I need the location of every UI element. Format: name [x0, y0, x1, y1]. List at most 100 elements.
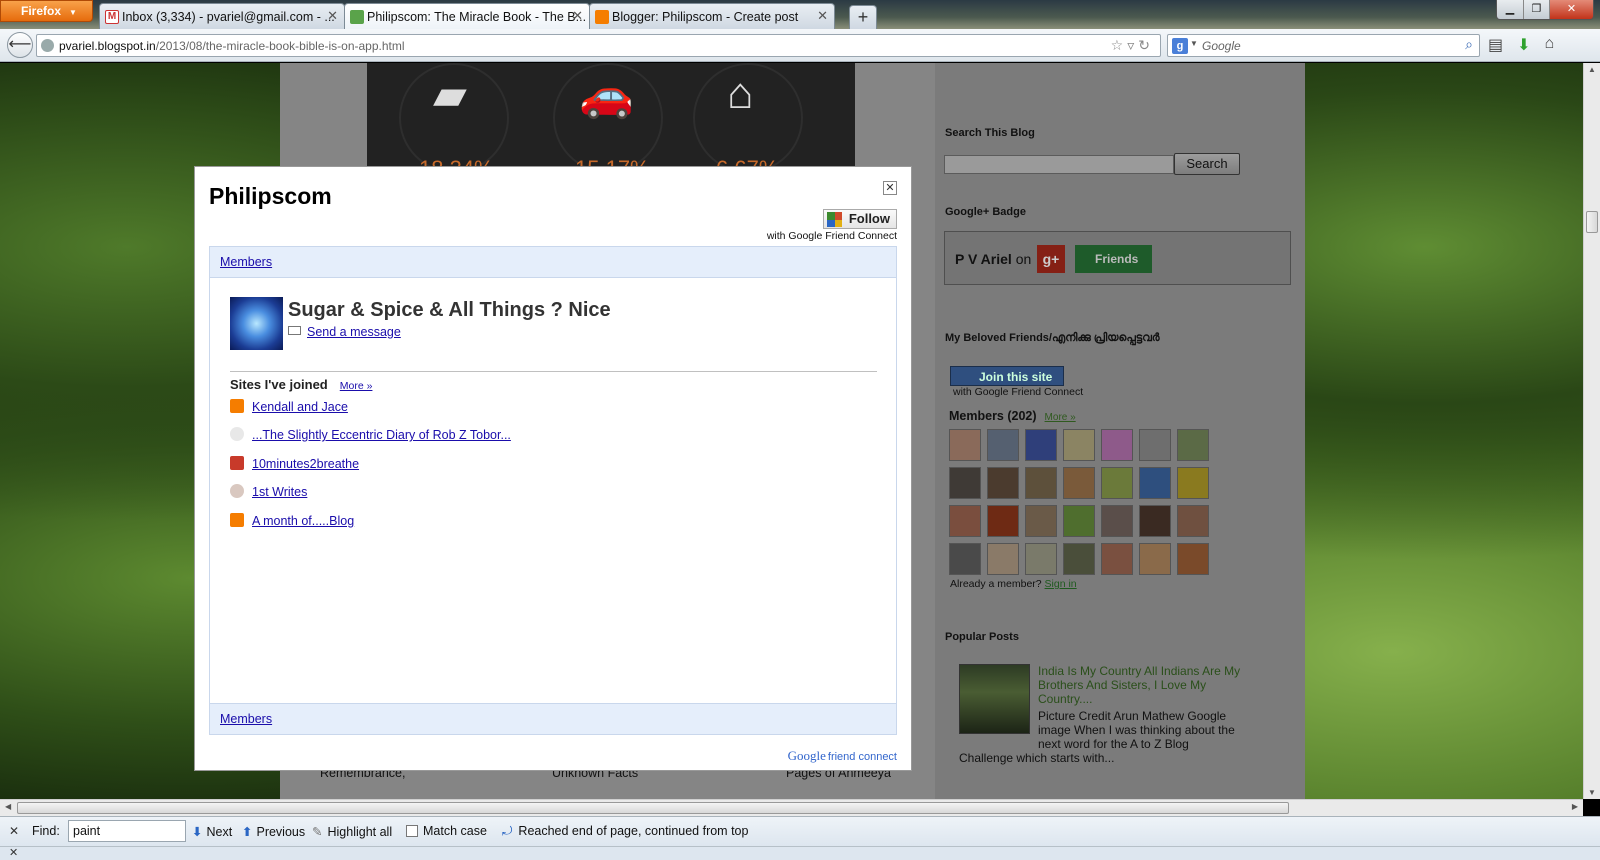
address-bar[interactable]: pvariel.blogspot.in/2013/08/the-miracle-… — [36, 34, 1161, 57]
gmail-icon: M — [105, 10, 119, 24]
avatar[interactable] — [949, 505, 981, 537]
avatar[interactable] — [1025, 467, 1057, 499]
search-placeholder: Google — [1202, 39, 1241, 53]
find-next-button[interactable]: ⬇ Next — [192, 824, 232, 839]
flower-icon — [230, 456, 244, 470]
firefox-menu-button[interactable]: Firefox ▼ — [0, 0, 93, 22]
avatar[interactable] — [1139, 505, 1171, 537]
site-item: 1st Writes — [230, 484, 307, 499]
horizontal-scrollbar[interactable]: ◀ ▶ — [0, 799, 1583, 816]
vertical-scrollbar[interactable]: ▲ ▼ — [1583, 63, 1600, 799]
avatar[interactable] — [1101, 429, 1133, 461]
popular-post-thumbnail[interactable] — [959, 664, 1030, 734]
site-link[interactable]: 10minutes2breathe — [252, 457, 359, 471]
close-statusbar-icon[interactable]: ✕ — [9, 846, 18, 859]
avatar[interactable] — [1025, 429, 1057, 461]
avatar[interactable] — [1139, 467, 1171, 499]
avatar[interactable] — [1177, 543, 1209, 575]
avatar[interactable] — [1177, 429, 1209, 461]
avatar[interactable] — [1177, 467, 1209, 499]
avatar[interactable] — [1101, 505, 1133, 537]
avatar[interactable] — [1063, 429, 1095, 461]
avatar[interactable] — [1063, 467, 1095, 499]
bookmarks-menu-icon[interactable]: ▤ — [1488, 35, 1503, 55]
site-link[interactable]: A month of.....Blog — [252, 514, 354, 528]
avatar[interactable] — [987, 467, 1019, 499]
follow-button[interactable]: Follow — [823, 209, 897, 229]
avatar[interactable] — [1063, 505, 1095, 537]
avatar[interactable] — [1139, 429, 1171, 461]
bookmark-star-icon[interactable]: ☆ — [1111, 37, 1128, 53]
scroll-down-icon[interactable]: ▼ — [1588, 788, 1596, 797]
avatar[interactable] — [1025, 543, 1057, 575]
avatar[interactable] — [1177, 505, 1209, 537]
gplus-icon[interactable]: g+ — [1037, 245, 1065, 273]
scroll-left-icon[interactable]: ◀ — [5, 802, 11, 811]
avatar[interactable] — [949, 467, 981, 499]
tab-blogger[interactable]: Blogger: Philipscom - Create post ✕ — [589, 3, 835, 29]
close-window-button[interactable]: ✕ — [1549, 0, 1593, 19]
close-findbar-icon[interactable]: ✕ — [9, 824, 19, 838]
sign-in-link[interactable]: Sign in — [1045, 578, 1077, 590]
avatar[interactable] — [1139, 543, 1171, 575]
members-more-link[interactable]: More » — [1045, 412, 1076, 423]
gplus-badge[interactable]: P V Ariel on g+ Friends — [944, 231, 1291, 285]
site-link[interactable]: Kendall and Jace — [252, 400, 348, 414]
engine-dropdown-icon[interactable]: ▼ — [1190, 39, 1198, 48]
search-box[interactable]: g ▼ Google ⌕ — [1167, 34, 1480, 57]
scroll-up-icon[interactable]: ▲ — [1588, 65, 1596, 74]
blog-search-input[interactable] — [944, 155, 1174, 174]
send-message-link[interactable]: Send a message — [307, 325, 401, 339]
avatar[interactable] — [1063, 543, 1095, 575]
search-icon[interactable]: ⌕ — [1465, 36, 1473, 53]
site-link[interactable]: ...The Slightly Eccentric Diary of Rob Z… — [252, 428, 511, 442]
home-icon[interactable]: ⌂ — [1545, 35, 1555, 55]
sites-more-link[interactable]: More » — [340, 380, 373, 392]
scroll-thumb[interactable] — [17, 802, 1289, 814]
close-tab-icon[interactable]: ✕ — [572, 8, 583, 24]
back-button[interactable]: ⟵ — [7, 32, 33, 58]
members-link[interactable]: Members — [220, 712, 272, 726]
members-link[interactable]: Members — [220, 255, 272, 269]
new-tab-button[interactable]: + — [849, 5, 877, 29]
highlight-all-button[interactable]: ✎ Highlight all — [312, 824, 392, 839]
dialog-close-icon[interactable]: ✕ — [883, 181, 897, 195]
google-engine-icon[interactable]: g — [1172, 38, 1188, 54]
checkbox-icon — [406, 825, 418, 837]
popular-post-title[interactable]: India Is My Country All Indians Are My B… — [1038, 664, 1243, 706]
tab-inbox[interactable]: M Inbox (3,334) - pvariel@gmail.com - ..… — [99, 3, 345, 29]
popular-posts-title: Popular Posts — [945, 631, 1019, 643]
match-case-checkbox[interactable]: Match case — [406, 824, 487, 838]
blog-search-button[interactable]: Search — [1174, 153, 1240, 175]
close-tab-icon[interactable]: ✕ — [817, 8, 828, 24]
close-tab-icon[interactable]: ✕ — [327, 8, 338, 24]
friends-button[interactable]: Friends — [1075, 245, 1152, 273]
minimize-button[interactable]: ▁ — [1497, 0, 1523, 19]
gfc-logo-icon — [827, 212, 842, 227]
join-site-button[interactable]: Join this site — [950, 366, 1064, 386]
find-previous-button[interactable]: ⬆ Previous — [242, 824, 305, 839]
avatar[interactable] — [1101, 543, 1133, 575]
download-icon[interactable]: ⬇ — [1517, 35, 1530, 55]
avatar[interactable] — [987, 505, 1019, 537]
profile-avatar[interactable] — [230, 297, 283, 350]
tab-philipscom[interactable]: Philipscom: The Miracle Book - The B... … — [344, 3, 590, 29]
avatar[interactable] — [1101, 467, 1133, 499]
stats-panel: ▰ 🚗 ⌂ 18.34% 15.17% 6.67% — [367, 63, 855, 181]
divider — [230, 371, 877, 372]
scroll-thumb[interactable] — [1586, 211, 1598, 233]
highlighter-icon: ✎ — [312, 825, 323, 839]
site-item: 10minutes2breathe — [230, 456, 359, 471]
avatar[interactable] — [987, 543, 1019, 575]
site-link[interactable]: 1st Writes — [252, 485, 307, 499]
avatar[interactable] — [987, 429, 1019, 461]
scroll-right-icon[interactable]: ▶ — [1572, 802, 1578, 811]
avatar[interactable] — [949, 543, 981, 575]
maximize-button[interactable]: ❐ — [1523, 0, 1549, 19]
avatar[interactable] — [949, 429, 981, 461]
avatar[interactable] — [1025, 505, 1057, 537]
history-dropdown-icon[interactable]: ▿ — [1127, 37, 1138, 53]
reload-icon[interactable]: ↻ — [1138, 37, 1154, 53]
find-label: Find: — [32, 824, 60, 838]
find-input[interactable]: paint — [68, 820, 186, 842]
